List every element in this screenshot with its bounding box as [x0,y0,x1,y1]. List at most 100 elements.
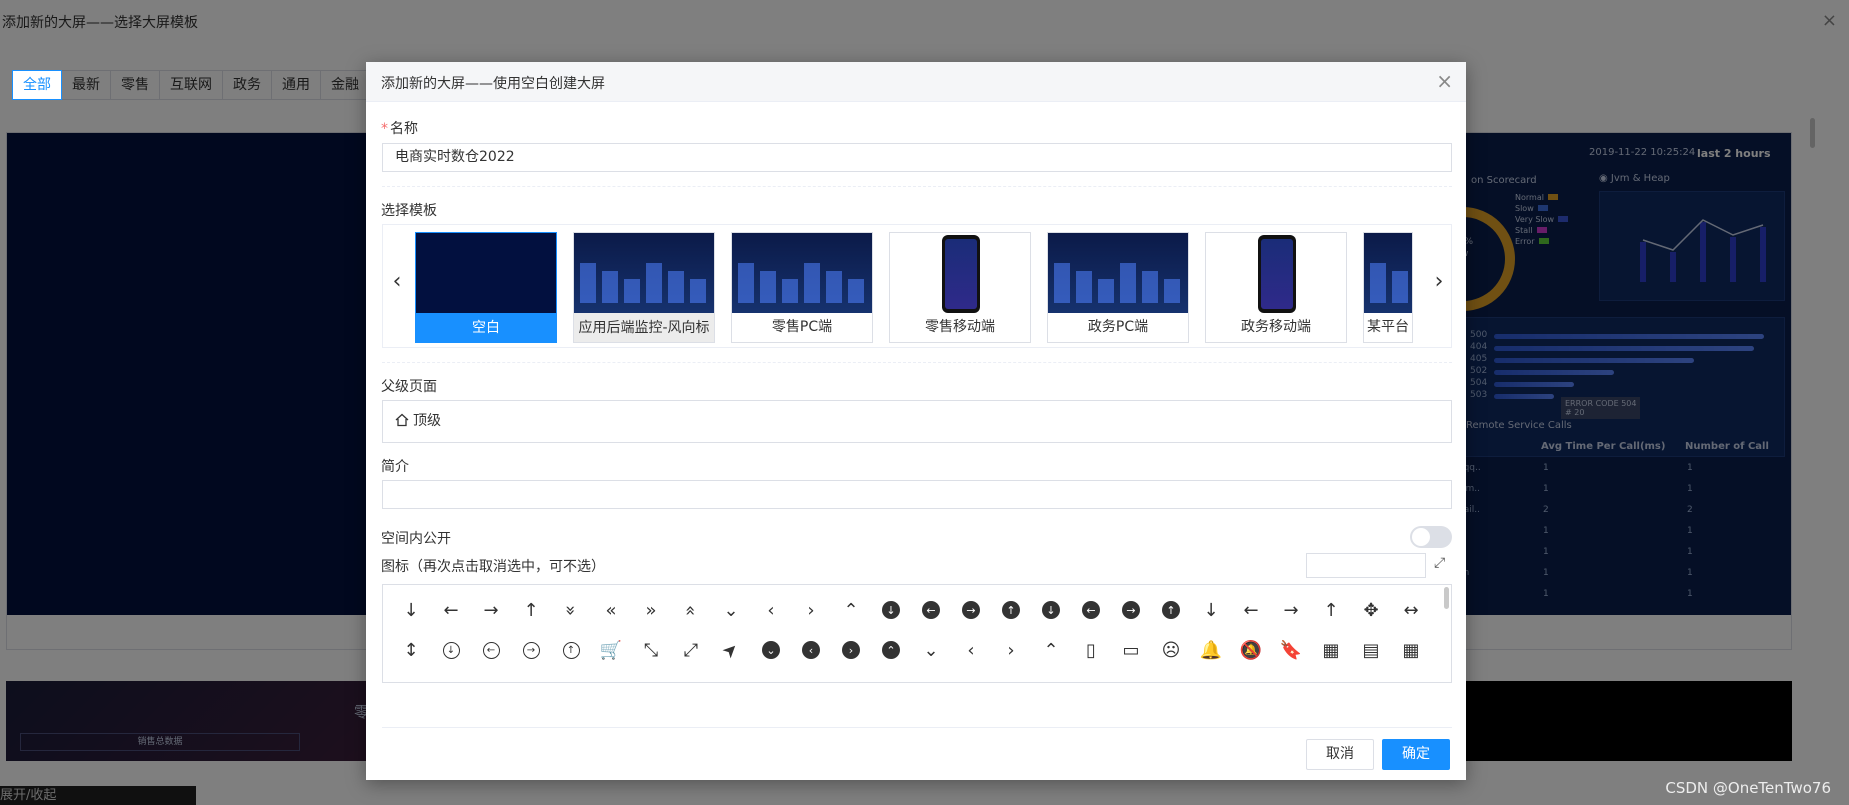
angle-double-right-glyph: » [645,599,657,621]
confirm-button[interactable]: 确定 [1382,739,1450,770]
bookmark-icon[interactable]: 🔖 [1271,635,1311,665]
address-book-glyph: ▯ [1086,639,1096,661]
arrow-circle-right-2-glyph: → [1122,601,1140,619]
carousel-next-icon[interactable]: › [1429,269,1449,294]
expand-icon[interactable]: ⤢ [1434,555,1445,571]
template-thumbnail [1048,233,1188,313]
chevron-circle-left-icon[interactable]: ‹ [791,635,831,665]
address-card-icon[interactable]: ▭ [1111,635,1151,665]
chevron-left-glyph: ‹ [967,639,975,661]
icon-search-input[interactable] [1306,553,1426,578]
compress-arrows-icon[interactable]: ⤡ [631,635,671,665]
arrow-circle-up-2-icon[interactable]: ↑ [1151,595,1191,625]
arrow-alt-circle-right-icon[interactable]: → [511,635,551,665]
intro-input[interactable] [382,480,1452,509]
template-card[interactable]: 空白 [415,232,557,343]
location-arrow-icon[interactable]: ➤ [711,635,751,665]
long-arrow-up-icon[interactable]: ↑ [1311,595,1351,625]
thumb-bar [668,271,684,303]
chevron-left-icon[interactable]: ‹ [951,635,991,665]
separator [382,186,1452,187]
chevron-circle-right-icon[interactable]: › [831,635,871,665]
cancel-button[interactable]: 取消 [1306,739,1374,770]
arrow-circle-left-2-icon[interactable]: ← [1071,595,1111,625]
arrows-alt-icon[interactable]: ✥ [1351,595,1391,625]
arrows-alt-v-icon[interactable]: ↕ [391,635,431,665]
template-thumbnail [416,233,556,313]
phone-screen [1261,239,1293,309]
arrows-alt-h-icon[interactable]: ↔ [1391,595,1431,625]
template-thumbnail [1206,233,1346,313]
arrow-alt-circle-left-icon[interactable]: ← [471,635,511,665]
thumb-bar [1054,263,1070,303]
angle-left-icon[interactable]: ‹ [751,595,791,625]
chevron-up-icon[interactable]: ⌃ [1031,635,1071,665]
chevron-circle-down-glyph: ⌄ [762,641,780,659]
template-label: 空白 [416,313,556,342]
long-arrow-left-icon[interactable]: ← [1231,595,1271,625]
arrow-circle-down-icon[interactable]: ↓ [871,595,911,625]
dialog-close-icon[interactable]: × [1436,69,1453,93]
parent-select[interactable]: 顶级 [382,400,1452,443]
thumb-bar [646,263,662,303]
angle-right-icon[interactable]: › [791,595,831,625]
arrow-down-glyph: ↓ [403,599,419,621]
category-tab[interactable]: 全部 [12,70,62,100]
arrow-circle-down-glyph: ↓ [882,601,900,619]
name-label: * 名称 [381,118,418,138]
parent-label: 父级页面 [381,379,437,395]
arrow-circle-left-glyph: ← [922,601,940,619]
template-label: 零售PC端 [771,319,833,335]
address-book-icon[interactable]: ▯ [1071,635,1111,665]
chevron-right-icon[interactable]: › [991,635,1031,665]
expand-arrows-icon[interactable]: ⤢ [671,635,711,665]
arrow-up-icon[interactable]: ↑ [511,595,551,625]
angle-double-down-icon[interactable]: » [551,595,591,625]
carousel-prev-icon[interactable]: ‹ [387,269,407,294]
arrow-left-icon[interactable]: ← [431,595,471,625]
calendar-icon[interactable]: ▤ [1351,635,1391,665]
long-arrow-right-icon[interactable]: → [1271,595,1311,625]
building-icon[interactable]: ▦ [1311,635,1351,665]
arrow-right-glyph: → [483,599,499,621]
chevron-down-icon[interactable]: ⌄ [911,635,951,665]
icon-grid-scrollbar[interactable] [1444,587,1449,609]
template-label: 零售移动端 [925,319,995,335]
angle-double-up-icon[interactable]: « [671,595,711,625]
arrow-circle-down-2-icon[interactable]: ↓ [1031,595,1071,625]
angle-double-left-icon[interactable]: « [591,595,631,625]
watermark: CSDN @OneTenTwo76 [1665,779,1831,797]
angle-up-icon[interactable]: ⌃ [831,595,871,625]
public-label: 空间内公开 [381,531,451,547]
angry-face-icon[interactable]: ☹ [1151,635,1191,665]
thumb-bar [1392,271,1408,303]
angle-down-icon[interactable]: ⌄ [711,595,751,625]
cart-arrow-down-icon[interactable]: 🛒 [591,635,631,665]
arrow-right-icon[interactable]: → [471,595,511,625]
arrow-circle-up-icon[interactable]: ↑ [991,595,1031,625]
bell-icon[interactable]: 🔔 [1191,635,1231,665]
arrow-circle-left-icon[interactable]: ← [911,595,951,625]
template-card[interactable]: 某平台 [1363,232,1413,343]
template-card[interactable]: 零售PC端 [731,232,873,343]
thumb-bar [804,263,820,303]
calendar-alt-glyph: ▦ [1402,639,1420,661]
arrow-alt-circle-up-icon[interactable]: ↑ [551,635,591,665]
calendar-glyph: ▤ [1362,639,1380,661]
calendar-alt-icon[interactable]: ▦ [1391,635,1431,665]
template-card[interactable]: 政务移动端 [1205,232,1347,343]
arrow-circle-right-icon[interactable]: → [951,595,991,625]
bell-slash-icon[interactable]: 🔕 [1231,635,1271,665]
template-card[interactable]: 政务PC端 [1047,232,1189,343]
name-input[interactable]: 电商实时数仓2022 [382,143,1452,172]
long-arrow-down-icon[interactable]: ↓ [1191,595,1231,625]
chevron-circle-up-icon[interactable]: ⌃ [871,635,911,665]
chevron-circle-down-icon[interactable]: ⌄ [751,635,791,665]
arrow-circle-right-2-icon[interactable]: → [1111,595,1151,625]
public-switch[interactable] [1410,526,1452,548]
template-card[interactable]: 应用后端监控-风向标 [573,232,715,343]
angle-double-right-icon[interactable]: » [631,595,671,625]
arrow-alt-circle-down-icon[interactable]: ↓ [431,635,471,665]
arrow-down-icon[interactable]: ↓ [391,595,431,625]
template-card[interactable]: 零售移动端 [889,232,1031,343]
